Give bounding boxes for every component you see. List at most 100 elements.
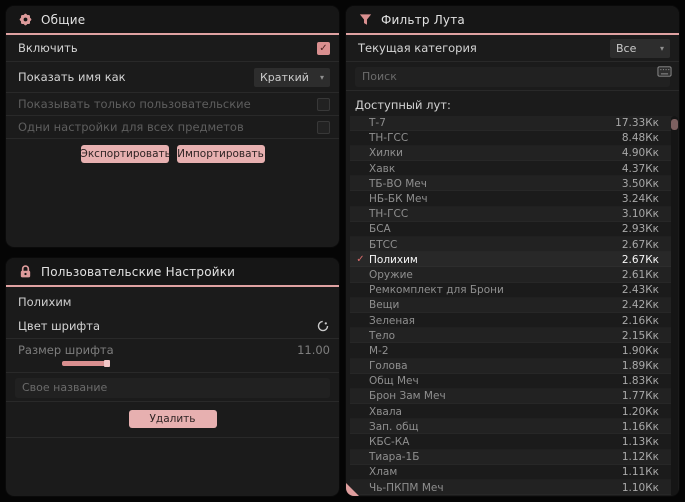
loot-row[interactable]: КБС-КА 1.13Кк bbox=[350, 434, 677, 449]
loot-name: Зеленая bbox=[369, 314, 415, 327]
loot-value: 3.50Кк bbox=[621, 177, 659, 190]
loot-value: 8.48Кк bbox=[621, 132, 659, 145]
loot-row[interactable]: Хилки 4.90Кк bbox=[350, 146, 677, 161]
panel-general-header[interactable]: Общие bbox=[6, 6, 339, 35]
loot-name: БСА bbox=[369, 223, 391, 236]
loot-value: 4.37Кк bbox=[621, 162, 659, 175]
loot-row[interactable]: М-2 1.90Кк bbox=[350, 343, 677, 358]
loot-value: 2.16Кк bbox=[621, 314, 659, 327]
category-label: Текущая категория bbox=[358, 41, 477, 55]
panel-user-settings-header[interactable]: Пользовательские Настройки bbox=[6, 258, 339, 287]
category-dropdown[interactable]: Все ▾ bbox=[610, 38, 670, 58]
font-color-label: Цвет шрифта bbox=[18, 319, 101, 333]
panel-title: Фильтр Лута bbox=[381, 12, 465, 27]
loot-name: Зап. общ bbox=[369, 420, 419, 433]
loot-row[interactable]: Вещи 2.42Кк bbox=[350, 298, 677, 313]
setting-row-font-size: Размер шрифта 11.00 bbox=[6, 339, 339, 373]
loot-row[interactable]: БСА 2.93Кк bbox=[350, 222, 677, 237]
loot-row[interactable]: НБ-БК Меч 3.24Кк bbox=[350, 191, 677, 206]
one-settings-label: Одни настройки для всех предметов bbox=[18, 120, 244, 134]
loot-value: 2.42Кк bbox=[621, 299, 659, 312]
loot-name: Общ Меч bbox=[369, 375, 419, 388]
loot-value: 2.61Кк bbox=[621, 268, 659, 281]
loot-row[interactable]: ТН-ГСС 8.48Кк bbox=[350, 131, 677, 146]
loot-name: ТБ-ВО Меч bbox=[369, 177, 427, 190]
loot-name: Оружие bbox=[369, 268, 413, 281]
selected-item-label: Полихим bbox=[18, 295, 72, 309]
category-row: Текущая категория Все ▾ bbox=[346, 35, 679, 62]
delete-button[interactable]: Удалить bbox=[128, 409, 217, 428]
setting-row-font-color: Цвет шрифта bbox=[6, 314, 339, 339]
only-custom-checkbox[interactable] bbox=[317, 97, 330, 111]
loot-name: Вещи bbox=[369, 299, 400, 312]
keyboard-icon[interactable] bbox=[657, 65, 672, 78]
loot-name: НБ-БК Меч bbox=[369, 193, 428, 206]
resize-grip[interactable] bbox=[346, 483, 359, 496]
loot-row[interactable]: БТСС 2.67Кк bbox=[350, 237, 677, 252]
check-icon: ✓ bbox=[319, 42, 328, 54]
enable-label: Включить bbox=[18, 41, 78, 55]
loot-name: Чь-ПКПМ Меч bbox=[369, 481, 444, 494]
loot-value: 4.90Кк bbox=[621, 147, 659, 160]
search-input[interactable] bbox=[355, 66, 670, 87]
scrollbar-thumb[interactable] bbox=[671, 118, 678, 130]
custom-name-input[interactable] bbox=[15, 377, 330, 398]
panel-loot-filter-header[interactable]: Фильтр Лута bbox=[346, 6, 679, 35]
check-icon: ✓ bbox=[356, 254, 365, 266]
lock-icon bbox=[18, 264, 33, 279]
panel-loot-filter: Фильтр Лута Текущая категория Все ▾ Дост… bbox=[346, 6, 679, 496]
loot-row[interactable]: Хвала 1.20Кк bbox=[350, 404, 677, 419]
loot-row[interactable]: ТН-ГСС 3.10Кк bbox=[350, 207, 677, 222]
color-wheel-icon[interactable] bbox=[316, 319, 330, 333]
loot-value: 1.20Кк bbox=[621, 405, 659, 418]
loot-row[interactable]: Зеленая 2.16Кк bbox=[350, 313, 677, 328]
loot-row[interactable]: Оружие 2.61Кк bbox=[350, 267, 677, 282]
export-button[interactable]: Экспортировать bbox=[80, 145, 171, 163]
loot-name: Тело bbox=[369, 329, 396, 342]
loot-row[interactable]: Тело 2.15Кк bbox=[350, 328, 677, 343]
chevron-down-icon: ▾ bbox=[319, 72, 324, 82]
slider-handle[interactable] bbox=[104, 360, 110, 367]
one-settings-checkbox[interactable] bbox=[317, 120, 330, 134]
loot-row[interactable]: Общ Меч 1.83Кк bbox=[350, 374, 677, 389]
loot-row[interactable]: Тиара-1Б 1.12Кк bbox=[350, 450, 677, 465]
loot-name: Тиара-1Б bbox=[369, 451, 420, 464]
search-row bbox=[346, 62, 679, 91]
loot-row[interactable]: Хлам 1.11Кк bbox=[350, 465, 677, 480]
loot-row[interactable]: Брон Зам Меч 1.77Кк bbox=[350, 389, 677, 404]
font-size-value: 11.00 bbox=[297, 343, 330, 357]
chevron-down-icon: ▾ bbox=[659, 43, 664, 53]
custom-name-row bbox=[6, 373, 339, 402]
enable-checkbox[interactable]: ✓ bbox=[317, 41, 330, 55]
loot-row[interactable]: Хавк 4.37Кк bbox=[350, 161, 677, 176]
loot-row[interactable]: Ремкомплект для Брони 2.43Кк bbox=[350, 283, 677, 298]
loot-value: 1.16Кк bbox=[621, 420, 659, 433]
scrollbar[interactable] bbox=[671, 115, 678, 496]
loot-value: 1.12Кк bbox=[621, 451, 659, 464]
loot-value: 1.90Кк bbox=[621, 344, 659, 357]
panel-general: Общие Включить ✓ Показать имя как Кратки… bbox=[6, 6, 339, 247]
font-size-slider[interactable] bbox=[62, 360, 110, 367]
only-custom-label: Показывать только пользовательские bbox=[18, 97, 251, 111]
loot-name: Ремкомплект для Брони bbox=[369, 284, 504, 297]
panel-title: Общие bbox=[41, 12, 86, 27]
show-name-value: Краткий bbox=[260, 70, 309, 84]
loot-name: ТН-ГСС bbox=[369, 132, 409, 145]
show-name-dropdown[interactable]: Краткий ▾ bbox=[254, 67, 330, 87]
panel-user-settings: Пользовательские Настройки Полихим Цвет … bbox=[6, 258, 339, 496]
loot-row[interactable]: Голова 1.89Кк bbox=[350, 359, 677, 374]
setting-row-enable: Включить ✓ bbox=[6, 35, 339, 62]
loot-value: 2.67Кк bbox=[621, 238, 659, 251]
import-button[interactable]: Импортировать bbox=[176, 145, 265, 163]
loot-row[interactable]: ✓ Полихим 2.67Кк bbox=[350, 252, 677, 268]
font-size-label: Размер шрифта bbox=[18, 343, 114, 357]
loot-name: Голова bbox=[369, 360, 408, 373]
loot-row[interactable]: Т-7 17.33Кк bbox=[350, 116, 677, 131]
loot-row[interactable]: Чь-ПКПМ Меч 1.10Кк bbox=[350, 480, 677, 495]
loot-row[interactable]: ТБ-ВО Меч 3.50Кк bbox=[350, 176, 677, 191]
loot-row[interactable]: Зап. общ 1.16Кк bbox=[350, 419, 677, 434]
setting-row-one-settings: Одни настройки для всех предметов bbox=[6, 116, 339, 139]
export-import-row: Экспортировать Импортировать bbox=[6, 145, 339, 163]
show-name-label: Показать имя как bbox=[18, 70, 126, 84]
loot-value: 1.13Кк bbox=[621, 436, 659, 449]
